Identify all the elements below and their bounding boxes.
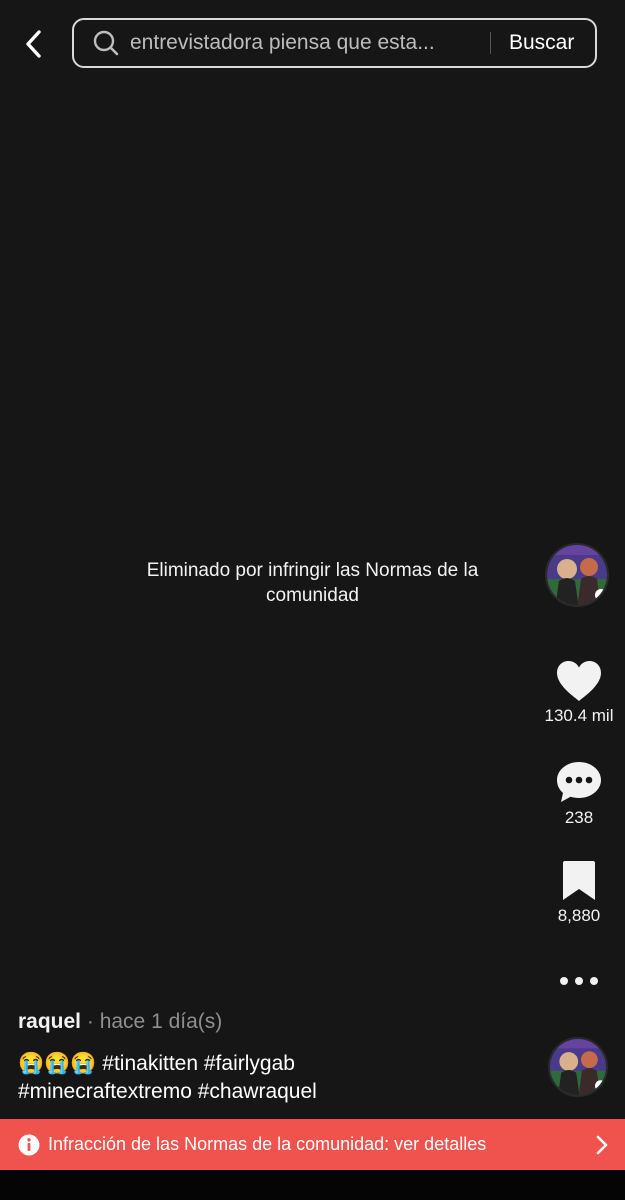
removed-video-message: Eliminado por infringir las Normas de la…: [146, 560, 479, 606]
violation-banner[interactable]: Infracción de las Normas de la comunidad…: [0, 1119, 625, 1170]
avatar-image: [550, 1039, 606, 1095]
author-username[interactable]: raquel: [18, 1010, 81, 1033]
music-disc-avatar[interactable]: [548, 1037, 608, 1097]
search-bar[interactable]: entrevistadora piensa que esta... Buscar: [72, 18, 597, 68]
violation-banner-text: Infracción de las Normas de la comunidad…: [48, 1134, 487, 1154]
heart-icon: [557, 661, 601, 701]
hashtag-link[interactable]: #minecraftextremo: [18, 1080, 192, 1103]
post-meta: raquel · hace 1 día(s): [18, 1010, 222, 1034]
search-icon: [92, 29, 120, 57]
like-count: 130.4 mil: [544, 706, 614, 725]
chevron-right-icon: [596, 1135, 608, 1155]
more-dots-icon: [560, 977, 598, 985]
search-button[interactable]: Buscar: [509, 31, 574, 55]
post-caption: 😭😭😭 #tinakitten #fairlygab #minecraftext…: [18, 1050, 528, 1106]
bottom-bar: [0, 1170, 625, 1200]
back-button[interactable]: [14, 24, 54, 64]
hashtag-link[interactable]: #fairlygab: [204, 1052, 295, 1075]
hashtag-link[interactable]: #chawraquel: [198, 1080, 317, 1103]
back-arrow-icon: [26, 30, 41, 58]
emoji-text: 😭😭😭: [18, 1052, 97, 1075]
comment-icon: [557, 762, 601, 802]
save-count: 8,880: [557, 906, 601, 925]
creator-avatar[interactable]: [545, 543, 609, 607]
post-time: · hace 1 día(s): [81, 1010, 223, 1033]
bookmark-icon: [563, 861, 595, 900]
comment-button[interactable]: 238: [533, 760, 625, 828]
top-bar: entrevistadora piensa que esta... Buscar: [0, 18, 625, 72]
more-options-button[interactable]: [556, 966, 602, 996]
comment-count: 238: [564, 808, 594, 827]
hashtag-link[interactable]: #tinakitten: [102, 1052, 198, 1075]
avatar-image: [547, 545, 607, 605]
like-button[interactable]: 130.4 mil: [533, 660, 625, 726]
info-icon: [18, 1134, 40, 1156]
save-button[interactable]: 8,880: [533, 860, 625, 926]
search-divider: [490, 32, 491, 54]
search-input[interactable]: entrevistadora piensa que esta...: [130, 31, 482, 55]
